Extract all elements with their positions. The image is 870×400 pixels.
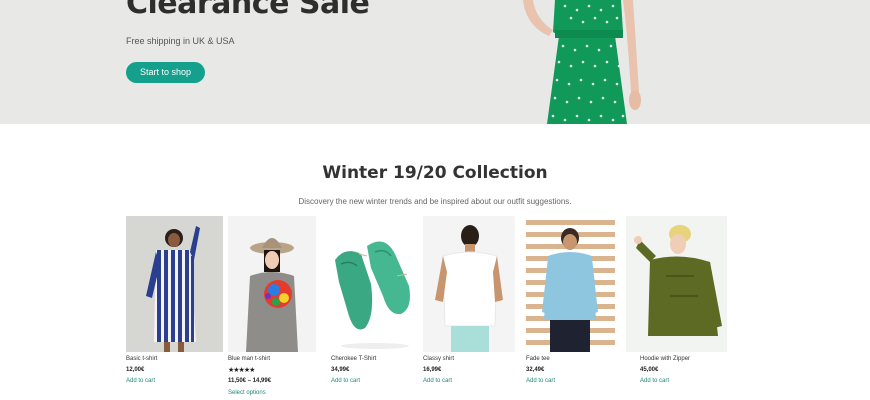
hero-title: Clearance Sale	[126, 0, 370, 21]
product-name[interactable]: Classy shirt	[423, 356, 454, 362]
add-to-cart-link[interactable]: Add to cart	[423, 378, 452, 384]
collection-subtitle: Discovery the new winter trends and be i…	[298, 197, 572, 206]
product-image[interactable]	[526, 216, 615, 352]
product-price: 45,00€	[640, 367, 659, 373]
hero-subtitle: Free shipping in UK & USA	[126, 36, 235, 46]
product-name[interactable]: Fade tee	[526, 356, 550, 362]
product-card: Classy shirt 16,99€ Add to cart	[423, 216, 515, 384]
product-price: 16,99€	[423, 367, 442, 373]
rating-stars: ★★★★★	[228, 367, 255, 374]
product-image[interactable]	[626, 216, 727, 352]
add-to-cart-link[interactable]: Add to cart	[331, 378, 360, 384]
product-card: Fade tee 32,49€ Add to cart	[526, 216, 615, 384]
product-image[interactable]	[423, 216, 515, 352]
add-to-cart-link[interactable]: Add to cart	[640, 378, 669, 384]
product-price: 11,50€ – 14,99€	[228, 378, 272, 384]
product-card: Cherokee T-Shirt 34,99€ Add to cart	[331, 216, 418, 384]
product-card: Hoodie with Zipper 45,00€ Add to cart	[626, 216, 727, 384]
product-price: 12,00€	[126, 367, 145, 373]
add-to-cart-link[interactable]: Add to cart	[526, 378, 555, 384]
product-name[interactable]: Basic t-shirt	[126, 356, 157, 362]
hero-banner: Clearance Sale Free shipping in UK & USA…	[0, 0, 870, 124]
product-name[interactable]: Blue man t-shirt	[228, 356, 270, 362]
product-card: Basic t-shirt 12,00€ Add to cart	[126, 216, 223, 384]
product-card: Blue man t-shirt ★★★★★ 11,50€ – 14,99€ S…	[228, 216, 316, 396]
product-name[interactable]: Hoodie with Zipper	[640, 356, 690, 362]
collection-title: Winter 19/20 Collection	[322, 163, 548, 183]
start-to-shop-button[interactable]: Start to shop	[126, 62, 205, 83]
product-image[interactable]	[126, 216, 223, 352]
product-price: 34,99€	[331, 367, 350, 373]
select-options-link[interactable]: Select options	[228, 390, 266, 396]
product-image[interactable]	[228, 216, 316, 352]
hero-model-image	[523, 0, 641, 124]
product-price: 32,49€	[526, 367, 545, 373]
add-to-cart-link[interactable]: Add to cart	[126, 378, 155, 384]
product-name[interactable]: Cherokee T-Shirt	[331, 356, 376, 362]
product-image[interactable]	[331, 216, 418, 352]
